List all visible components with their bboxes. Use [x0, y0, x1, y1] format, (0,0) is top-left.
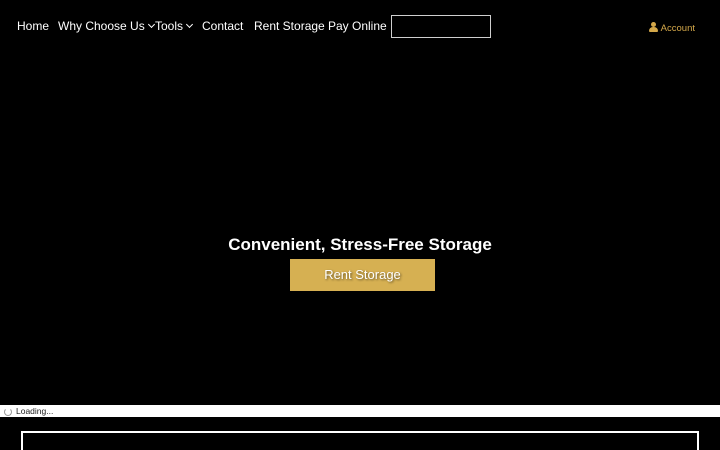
main-nav: Home Why Choose Us Tools Contact Rent St…	[0, 0, 720, 52]
nav-item-label: Pay Online	[328, 19, 387, 33]
loading-status-bar: Loading...	[0, 405, 720, 417]
user-icon	[648, 22, 658, 32]
account-link[interactable]: Account	[648, 21, 695, 35]
hero-title: Convenient, Stress-Free Storage	[228, 235, 492, 254]
chevron-down-icon	[185, 20, 194, 29]
nav-item-contact[interactable]: Contact	[202, 18, 243, 34]
search-input[interactable]	[391, 15, 491, 38]
nav-item-label: Contact	[202, 19, 244, 33]
page: Home Why Choose Us Tools Contact Rent St…	[0, 0, 720, 450]
content-frame	[21, 431, 699, 450]
nav-item-label: Why Choose Us	[58, 19, 145, 33]
spinner-icon	[4, 408, 12, 416]
nav-item-label: Tools	[155, 19, 184, 33]
chevron-down-icon	[147, 20, 155, 29]
rent-storage-button[interactable]: Rent Storage	[290, 259, 435, 291]
loading-text: Loading...	[16, 406, 54, 416]
nav-item-label: Rent Storage	[254, 19, 325, 33]
nav-item-label: Home	[17, 19, 50, 33]
nav-item-pay-online[interactable]: Pay Online	[328, 18, 387, 34]
nav-item-home[interactable]: Home	[17, 18, 49, 34]
nav-item-why-choose-us[interactable]: Why Choose Us	[58, 18, 155, 34]
account-label: Account	[660, 23, 695, 34]
nav-item-tools[interactable]: Tools	[155, 18, 194, 34]
nav-item-rent-storage[interactable]: Rent Storage	[254, 18, 325, 34]
